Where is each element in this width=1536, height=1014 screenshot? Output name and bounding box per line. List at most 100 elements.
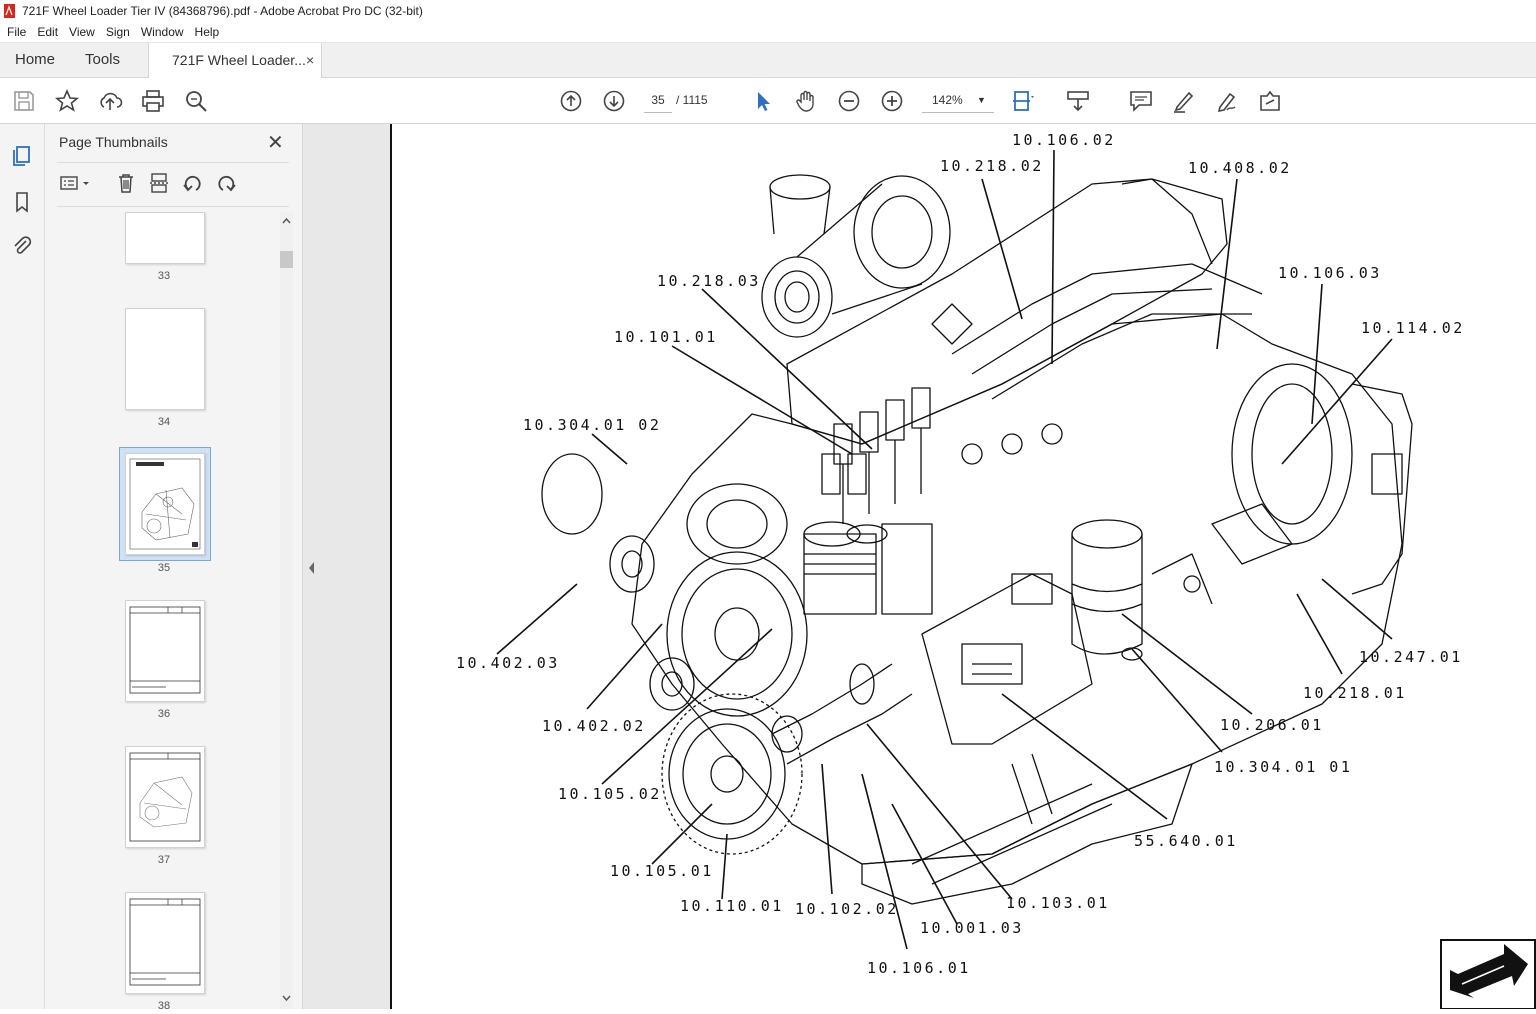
close-tab-icon[interactable]: × xyxy=(306,43,314,77)
chevron-left-icon xyxy=(309,562,314,574)
tab-tools[interactable]: Tools xyxy=(85,43,120,77)
next-sheet-arrow-icon xyxy=(1440,939,1536,1010)
callout-label: 10.001.03 xyxy=(920,919,1024,937)
window-title: 721F Wheel Loader Tier IV (84368796).pdf… xyxy=(22,4,423,18)
delete-icon[interactable] xyxy=(115,172,137,194)
callout-label: 10.206.01 xyxy=(1220,716,1324,734)
thumbnail-scrollbar[interactable] xyxy=(280,212,293,1009)
select-cursor-icon[interactable] xyxy=(750,88,776,114)
callout-label: 10.101.01 xyxy=(614,328,718,346)
search-icon[interactable] xyxy=(183,88,209,114)
bookmark-icon[interactable] xyxy=(10,190,34,214)
title-bar: 721F Wheel Loader Tier IV (84368796).pdf… xyxy=(0,0,1536,22)
zoom-select[interactable]: 142% ▼ xyxy=(922,88,994,113)
panel-toolbar xyxy=(57,170,289,198)
previous-page-icon[interactable] xyxy=(558,88,584,114)
callout-label: 10.105.01 xyxy=(610,862,714,880)
callout-label: 55.640.01 xyxy=(1134,832,1238,850)
divider xyxy=(57,206,289,207)
left-rail xyxy=(0,124,45,1009)
callout-label: 10.106.01 xyxy=(867,959,971,977)
tab-document[interactable]: 721F Wheel Loader... × xyxy=(148,43,322,78)
thumbnail-page-34[interactable] xyxy=(125,308,205,410)
callout-label: 10.247.01 xyxy=(1359,648,1463,666)
menu-window[interactable]: Window xyxy=(141,25,184,39)
callout-label: 10.304.01 02 xyxy=(523,416,661,434)
callout-label: 10.114.02 xyxy=(1361,319,1465,337)
engine-exploded-diagram: 10.106.02 10.218.02 10.408.02 10.218.03 … xyxy=(456,131,1536,1010)
thumbnail-page-36[interactable] xyxy=(125,600,205,702)
scroll-mode-icon[interactable] xyxy=(1065,88,1091,114)
document-page[interactable]: 10.106.02 10.218.02 10.408.02 10.218.03 … xyxy=(390,124,1536,1010)
callout-label: 10.106.02 xyxy=(1012,131,1116,149)
callout-label: 10.402.02 xyxy=(542,717,646,735)
star-icon[interactable] xyxy=(54,88,80,114)
attachment-icon[interactable] xyxy=(10,234,34,258)
upload-cloud-icon[interactable] xyxy=(97,88,123,114)
callout-label: 10.402.03 xyxy=(456,654,560,672)
hand-tool-icon[interactable] xyxy=(793,88,819,114)
table-thumbnail-icon xyxy=(129,606,201,694)
menu-help[interactable]: Help xyxy=(195,25,220,39)
document-gutter xyxy=(319,124,390,1009)
divider xyxy=(57,162,289,163)
thumbnail-list: 33 34 35 36 37 38 xyxy=(45,212,285,1009)
chevron-down-icon: ▼ xyxy=(977,95,986,105)
thumbnail-number: 33 xyxy=(157,270,171,282)
table-thumbnail-icon xyxy=(129,898,201,986)
thumbnail-number: 36 xyxy=(157,708,171,720)
main-toolbar xyxy=(0,78,1536,190)
callout-label: 10.102.02 xyxy=(795,900,899,918)
rotate-left-icon[interactable] xyxy=(182,172,204,194)
zoom-value: 142% xyxy=(932,93,963,107)
menu-view[interactable]: View xyxy=(69,25,95,39)
thumbnail-page-38[interactable] xyxy=(125,892,205,994)
pdf-app-icon xyxy=(4,4,15,18)
thumbnail-page-35[interactable] xyxy=(125,453,205,555)
zoom-in-icon[interactable] xyxy=(879,88,905,114)
callout-label: 10.218.01 xyxy=(1303,684,1407,702)
insert-page-icon[interactable] xyxy=(149,172,171,194)
thumbnail-page-33[interactable] xyxy=(125,212,205,264)
close-icon[interactable]: ✕ xyxy=(267,130,284,155)
thumbnails-panel: Page Thumbnails ✕ 33 34 35 36 37 38 xyxy=(45,124,302,1009)
callout-label: 10.103.01 xyxy=(1006,894,1110,912)
engine-thumbnail-icon xyxy=(129,752,201,842)
highlight-pen-icon[interactable] xyxy=(1171,88,1197,114)
page-number-input[interactable]: 35 xyxy=(644,88,672,113)
callout-label: 10.218.02 xyxy=(940,157,1044,175)
save-icon[interactable] xyxy=(11,88,37,114)
zoom-out-icon[interactable] xyxy=(836,88,862,114)
callout-label: 10.304.01 01 xyxy=(1214,758,1352,776)
callout-label: 10.110.01 xyxy=(680,897,784,915)
page-total: / 1115 xyxy=(676,93,708,107)
print-icon[interactable] xyxy=(140,88,166,114)
scrollbar-arrows-icon xyxy=(280,217,293,1002)
thumbnail-number: 34 xyxy=(157,416,171,428)
sign-icon[interactable] xyxy=(1214,88,1240,114)
menu-file[interactable]: File xyxy=(7,25,26,39)
callout-label: 10.106.03 xyxy=(1278,264,1382,282)
rotate-right-icon[interactable] xyxy=(215,172,237,194)
options-menu-icon[interactable] xyxy=(59,172,93,194)
page-fit-icon[interactable] xyxy=(1010,88,1036,114)
callout-label: 10.408.02 xyxy=(1188,159,1292,177)
tab-bar: Home Tools 721F Wheel Loader... × xyxy=(0,43,1536,78)
thumbnail-number: 35 xyxy=(157,562,171,574)
more-tools-icon[interactable] xyxy=(1257,88,1283,114)
thumbnail-number: 38 xyxy=(157,1000,171,1009)
thumbnail-page-37[interactable] xyxy=(125,746,205,848)
comment-icon[interactable] xyxy=(1128,88,1154,114)
tab-home[interactable]: Home xyxy=(15,43,55,77)
thumbnail-number: 37 xyxy=(157,854,171,866)
menu-sign[interactable]: Sign xyxy=(106,25,130,39)
callout-label: 10.105.02 xyxy=(558,785,662,803)
page-thumbnails-icon[interactable] xyxy=(10,144,34,168)
menu-edit[interactable]: Edit xyxy=(37,25,58,39)
callout-label: 10.218.03 xyxy=(657,272,761,290)
tab-document-label: 721F Wheel Loader... xyxy=(172,52,306,68)
menu-bar: File Edit View Sign Window Help xyxy=(0,22,1536,43)
engine-thumbnail-icon xyxy=(129,458,201,550)
panel-title: Page Thumbnails xyxy=(59,134,168,150)
next-page-icon[interactable] xyxy=(601,88,627,114)
